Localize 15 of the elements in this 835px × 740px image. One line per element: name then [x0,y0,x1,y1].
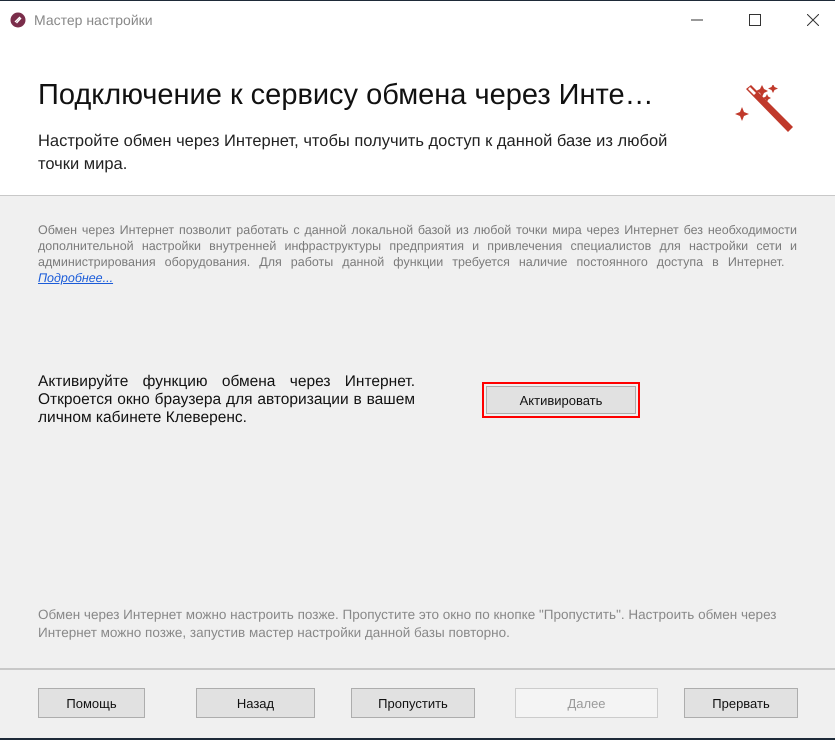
activate-button[interactable]: Активировать [486,386,636,414]
close-icon[interactable] [807,14,819,26]
dialog-button[interactable]: Помощь [38,688,145,718]
dialog-button[interactable]: Прервать [684,688,798,718]
page-subtitle: Настройте обмен через Интернет, чтобы получить доступ к данной базе из любой точки мира. [38,131,668,175]
dialog-button[interactable]: Пропустить [351,688,475,718]
note-paragraph: Обмен через Интернет можно настроить позже. Пропустите это окно по кнопке "Пропустить". Настроить обмен через Интернет можно позже, запустив мастер настройки данной базы повторно. [38,606,778,642]
activate-description: Активируйте функцию обмена через Интернет. Откроется окно браузера для авторизации в вашем личном кабинете Клеверенс. [38,373,415,427]
dialog-button[interactable]: Назад [196,688,315,718]
more-link[interactable]: Подробнее... [38,271,114,285]
page-title: Подключение к сервису обмена через Инте… [38,79,655,112]
info-paragraph: Обмен через Интернет позволит работать с данной локальной базой из любой точки мира через Интернет без необходимости дополнительной настройки внутренней инфраструктуры предприятия и привлечения специалистов для настройки сети и администрирования оборудования. Для работы данной функции требуется наличие постоянного доступа в Интернет. Подробнее... [38,222,797,286]
maximize-icon[interactable] [749,14,761,26]
app-logo-icon [10,12,26,28]
window-title: Мастер настройки [34,12,153,28]
